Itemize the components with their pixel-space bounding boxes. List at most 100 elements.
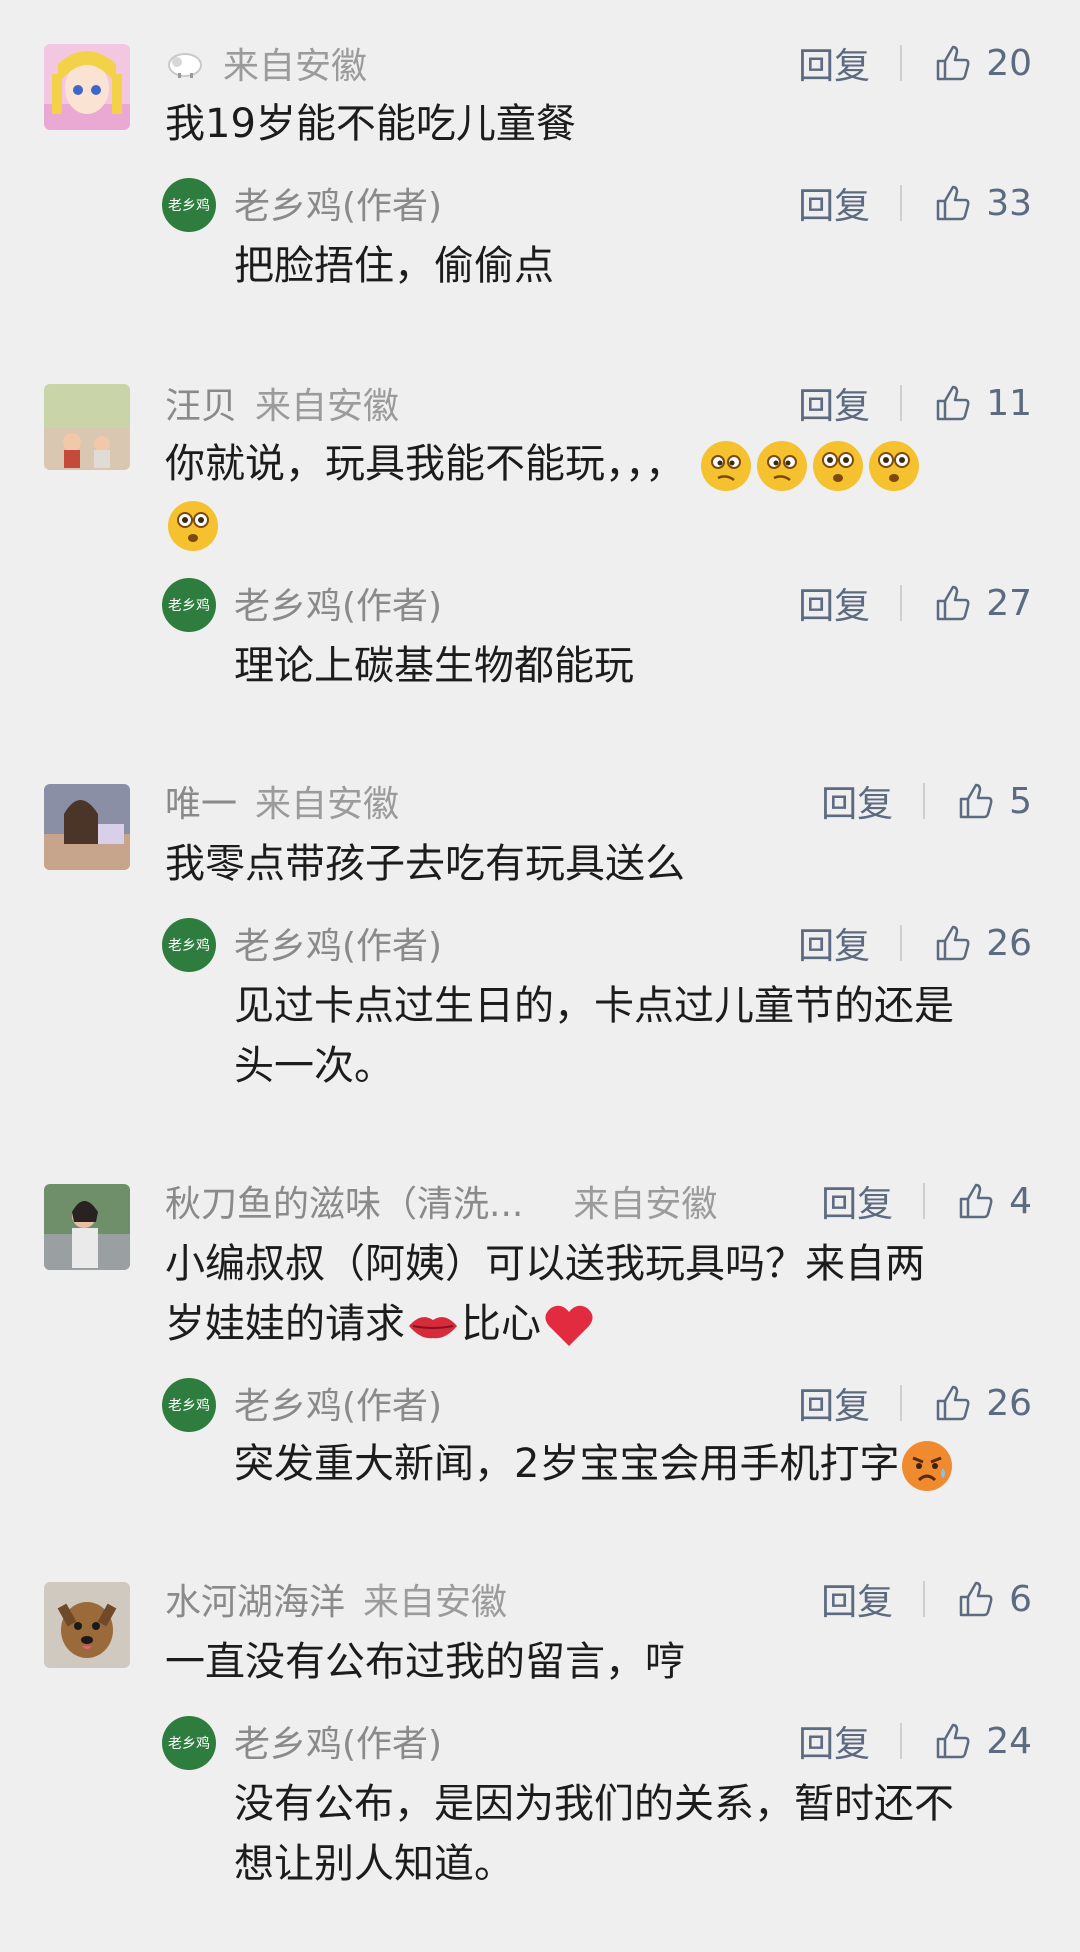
sweating-angry-emoji-icon bbox=[899, 1438, 955, 1494]
comment-text: 你就说，玩具我能不能玩，，， bbox=[165, 434, 1040, 554]
thumbs-up-icon bbox=[936, 585, 970, 621]
region-label: 来自安徽 bbox=[573, 1184, 718, 1225]
divider bbox=[900, 385, 903, 421]
thumbs-up-icon bbox=[936, 185, 970, 221]
username[interactable]: 汪贝 bbox=[165, 377, 237, 429]
thumbs-up-icon bbox=[936, 385, 970, 421]
reply-text-line: 见过卡点过生日的，卡点过儿童节的还是 bbox=[234, 983, 954, 1029]
divider bbox=[900, 585, 903, 621]
thumbs-up-icon bbox=[959, 1581, 993, 1617]
reply-actions: 回复 24 bbox=[798, 1716, 1032, 1766]
thumbs-up-icon bbox=[936, 925, 970, 961]
reply-text: 理论上碳基生物都能玩 bbox=[234, 643, 634, 689]
comment-actions: 回复 6 bbox=[821, 1574, 1032, 1624]
reply-text: 把脸捂住，偷偷点 bbox=[234, 243, 554, 289]
region-label: 来自安徽 bbox=[255, 784, 400, 825]
thumbs-up-icon bbox=[936, 1385, 970, 1421]
user-avatar[interactable] bbox=[44, 384, 130, 470]
reply-author-name: 老乡鸡(作者) bbox=[234, 1386, 443, 1427]
like-count: 33 bbox=[986, 182, 1032, 224]
heart-icon bbox=[541, 1298, 597, 1354]
reply-text: 见过卡点过生日的，卡点过儿童节的还是 头一次。 bbox=[234, 976, 1040, 1096]
reply-author-name: 老乡鸡(作者) bbox=[234, 586, 443, 627]
comment-header: 汪贝 来自安徽 bbox=[165, 378, 399, 428]
comment-text-body: 你就说，玩具我能不能玩，，， bbox=[165, 441, 685, 487]
reply-button[interactable]: 回复 bbox=[798, 177, 870, 229]
confused-emoji-icon bbox=[698, 438, 754, 494]
reply-button[interactable]: 回复 bbox=[798, 1377, 870, 1429]
region-label: 来自安徽 bbox=[255, 386, 400, 427]
like-count: 5 bbox=[1009, 780, 1032, 822]
comment-text-line: 小编叔叔（阿姨）可以送我玩具吗？来自两 bbox=[165, 1241, 925, 1287]
reply-text-line: 没有公布，是因为我们的关系，暂时还不 bbox=[234, 1781, 954, 1827]
reply-text: 突发重大新闻，2岁宝宝会用手机打字 bbox=[234, 1434, 1040, 1494]
comment-actions: 回复 5 bbox=[821, 776, 1032, 826]
like-count: 20 bbox=[986, 42, 1032, 84]
region-label: 来自安徽 bbox=[363, 1582, 508, 1623]
divider bbox=[923, 783, 926, 819]
like-button[interactable]: 24 bbox=[932, 1721, 1032, 1762]
comment-text: 小编叔叔（阿姨）可以送我玩具吗？来自两 岁娃娃的请求 比心 bbox=[165, 1234, 1040, 1354]
divider bbox=[900, 1723, 903, 1759]
like-button[interactable]: 11 bbox=[932, 383, 1032, 424]
reply-button[interactable]: 回复 bbox=[821, 775, 893, 827]
divider bbox=[900, 1385, 903, 1421]
username[interactable]: 秋刀鱼的滋味（清洗... bbox=[165, 1175, 523, 1227]
author-avatar[interactable]: 老乡鸡 bbox=[162, 178, 216, 232]
username[interactable]: 水河湖海洋 bbox=[165, 1573, 345, 1625]
like-button[interactable]: 20 bbox=[932, 43, 1032, 84]
reply-button[interactable]: 回复 bbox=[821, 1573, 893, 1625]
comment-text: 我19岁能不能吃儿童餐 bbox=[165, 101, 576, 147]
author-avatar[interactable]: 老乡鸡 bbox=[162, 1716, 216, 1770]
reply-button[interactable]: 回复 bbox=[798, 577, 870, 629]
reply-button[interactable]: 回复 bbox=[821, 1175, 893, 1227]
author-avatar[interactable]: 老乡鸡 bbox=[162, 578, 216, 632]
like-count: 4 bbox=[1009, 1180, 1032, 1222]
thumbs-up-icon bbox=[936, 1723, 970, 1759]
reply-button[interactable]: 回复 bbox=[798, 917, 870, 969]
confused-emoji-icon bbox=[754, 438, 810, 494]
like-count: 6 bbox=[1009, 1578, 1032, 1620]
user-avatar[interactable] bbox=[44, 1582, 130, 1668]
like-button[interactable]: 33 bbox=[932, 183, 1032, 224]
author-avatar[interactable]: 老乡鸡 bbox=[162, 1378, 216, 1432]
like-button[interactable]: 5 bbox=[955, 781, 1032, 822]
reply-text-line: 想让别人知道。 bbox=[234, 1841, 514, 1887]
user-avatar[interactable] bbox=[44, 44, 130, 130]
reply-actions: 回复 26 bbox=[798, 918, 1032, 968]
reply-actions: 回复 26 bbox=[798, 1378, 1032, 1428]
like-button[interactable]: 6 bbox=[955, 1579, 1032, 1620]
surprised-emoji-icon bbox=[866, 438, 922, 494]
reply-button[interactable]: 回复 bbox=[798, 377, 870, 429]
like-button[interactable]: 26 bbox=[932, 1383, 1032, 1424]
sheep-icon bbox=[165, 47, 205, 79]
reply-button[interactable]: 回复 bbox=[798, 37, 870, 89]
region-label: 来自安徽 bbox=[223, 46, 368, 87]
user-avatar[interactable] bbox=[44, 784, 130, 870]
like-count: 26 bbox=[986, 1382, 1032, 1424]
comment-text-line: 比心 bbox=[461, 1301, 541, 1347]
like-count: 11 bbox=[986, 382, 1032, 424]
comment-header: 来自安徽 bbox=[165, 38, 367, 88]
reply-author-name: 老乡鸡(作者) bbox=[234, 926, 443, 967]
reply-actions: 回复 33 bbox=[798, 178, 1032, 228]
author-avatar[interactable]: 老乡鸡 bbox=[162, 918, 216, 972]
like-count: 26 bbox=[986, 922, 1032, 964]
reply-button[interactable]: 回复 bbox=[798, 1715, 870, 1767]
like-button[interactable]: 26 bbox=[932, 923, 1032, 964]
divider bbox=[900, 185, 903, 221]
reply-actions: 回复 27 bbox=[798, 578, 1032, 628]
like-count: 27 bbox=[986, 582, 1032, 624]
surprised-emoji-icon bbox=[810, 438, 866, 494]
like-button[interactable]: 27 bbox=[932, 583, 1032, 624]
comment-text: 一直没有公布过我的留言，哼 bbox=[165, 1639, 685, 1685]
comment-actions: 回复 4 bbox=[821, 1176, 1032, 1226]
surprised-emoji-icon bbox=[165, 498, 221, 554]
lips-icon bbox=[405, 1298, 461, 1354]
like-button[interactable]: 4 bbox=[955, 1181, 1032, 1222]
comment-text-line: 岁娃娃的请求 bbox=[165, 1301, 405, 1347]
username[interactable]: 唯一 bbox=[165, 775, 237, 827]
comment-header: 秋刀鱼的滋味（清洗... 来自安徽 bbox=[165, 1176, 717, 1226]
comment-header: 唯一 来自安徽 bbox=[165, 776, 399, 826]
user-avatar[interactable] bbox=[44, 1184, 130, 1270]
